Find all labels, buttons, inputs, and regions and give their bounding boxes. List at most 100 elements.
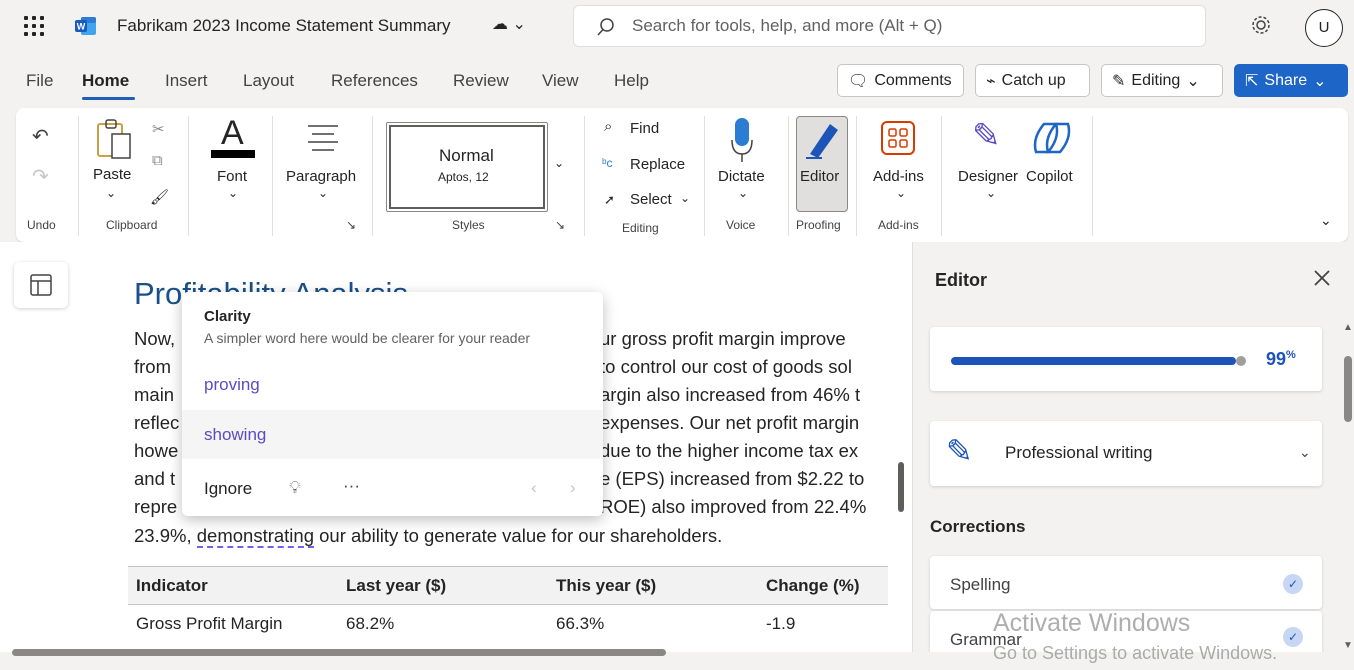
divider (941, 116, 942, 236)
chevron-down-icon[interactable]: ⌄ (986, 186, 996, 200)
sidebar-icon (30, 274, 52, 296)
paragraph-line[interactable]: and t e (EPS) increased from $2.22 to (134, 468, 864, 490)
line-end: expenses. Our net profit margin (600, 412, 860, 433)
replace-icon[interactable]: ᵇc (602, 156, 613, 170)
chevron-down-icon[interactable]: ⌄ (680, 191, 690, 205)
designer-label[interactable]: Designer (958, 168, 1018, 185)
select-label[interactable]: Select (630, 191, 672, 208)
find-label[interactable]: Find (630, 120, 659, 137)
dialog-launcher-icon[interactable]: ↘ (346, 218, 356, 232)
indicator-table[interactable]: Indicator Last year ($) This year ($) Ch… (128, 566, 888, 643)
paragraph-line[interactable]: Now, ur gross profit margin improve (134, 328, 846, 350)
cut-icon[interactable]: ✂ (152, 120, 165, 138)
format-painter-icon[interactable]: 🖌︎ (150, 188, 169, 206)
user-avatar[interactable]: U (1305, 9, 1343, 47)
table-header-cell[interactable]: This year ($) (548, 566, 758, 605)
app-launcher-icon[interactable] (22, 14, 46, 38)
previous-icon[interactable]: ‹ (531, 478, 537, 498)
chevron-down-icon[interactable]: ⌄ (896, 186, 906, 200)
cloud-sync-icon[interactable]: ☁︎ ⌄ (492, 14, 526, 34)
paste-icon[interactable] (94, 118, 134, 162)
font-icon[interactable]: A (221, 114, 244, 153)
line-start: reflec (134, 412, 180, 433)
dictate-label[interactable]: Dictate (718, 168, 765, 185)
paragraph-line[interactable]: main argin also increased from 46% t (134, 384, 860, 406)
catch-up-button[interactable]: ⌁ Catch up (975, 64, 1090, 97)
table-cell[interactable]: 66.3% (548, 604, 758, 643)
tab-view[interactable]: View (542, 71, 579, 91)
search-icon (597, 18, 614, 36)
paragraph-line[interactable]: 23.9%, demonstrating our ability to gene… (134, 525, 723, 548)
line-end: ur gross profit margin improve (600, 328, 846, 349)
table-header-cell[interactable]: Last year ($) (338, 566, 548, 605)
find-icon[interactable]: ⌕ (604, 118, 612, 135)
font-label[interactable]: Font (217, 168, 247, 185)
microphone-icon[interactable] (730, 118, 754, 162)
scroll-down-icon[interactable]: ▼ (1343, 640, 1353, 651)
copilot-icon[interactable] (1030, 118, 1074, 158)
table-cell[interactable]: -1.9 (758, 604, 888, 643)
chevron-down-icon[interactable]: ⌄ (738, 186, 748, 200)
paragraph-line[interactable]: repre ROE) also improved from 22.4% (134, 496, 866, 518)
horizontal-scrollbar[interactable] (12, 649, 666, 656)
svg-text:W: W (77, 22, 86, 32)
pane-scrollbar[interactable] (1344, 356, 1352, 422)
popup-title: Clarity (204, 308, 251, 325)
tab-home[interactable]: Home (82, 71, 129, 91)
search-placeholder[interactable]: Search for tools, help, and more (Alt + … (632, 16, 942, 36)
undo-icon[interactable]: ↶ (32, 124, 49, 149)
tab-review[interactable]: Review (453, 71, 509, 91)
divider (584, 116, 585, 236)
more-options-icon[interactable]: ··· (343, 476, 360, 496)
paragraph-line[interactable]: howe due to the higher income tax ex (134, 440, 858, 462)
designer-icon[interactable]: ✎ (972, 116, 1001, 156)
table-header-cell[interactable]: Change (%) (758, 566, 888, 605)
chevron-down-icon[interactable]: ⌄ (318, 186, 328, 200)
suggestion-item[interactable]: proving (204, 375, 260, 395)
paragraph-label[interactable]: Paragraph (286, 168, 356, 185)
pen-icon: ✎ (946, 433, 973, 469)
table-cell[interactable]: Gross Profit Margin (128, 604, 338, 643)
next-icon[interactable]: › (570, 478, 576, 498)
replace-label[interactable]: Replace (630, 156, 685, 173)
scroll-up-icon[interactable]: ▲ (1343, 322, 1353, 333)
paste-label[interactable]: Paste (93, 166, 131, 183)
paragraph-icon[interactable] (306, 122, 340, 154)
add-ins-icon[interactable] (880, 120, 916, 156)
table-cell[interactable]: 68.2% (338, 604, 548, 643)
add-ins-label[interactable]: Add-ins (873, 168, 924, 185)
line-end: our ability to generate value for our sh… (313, 525, 723, 546)
tab-help[interactable]: Help (614, 71, 649, 91)
tab-layout[interactable]: Layout (243, 71, 294, 91)
chevron-down-icon[interactable]: ⌄ (554, 156, 564, 170)
flagged-word[interactable]: demonstrating (196, 525, 314, 548)
ribbon-expand-chevron-icon[interactable]: ⌄ (1320, 212, 1332, 229)
redo-icon[interactable]: ↷ (32, 164, 49, 189)
document-scrollbar[interactable] (898, 462, 904, 512)
line-end: ROE) also improved from 22.4% (600, 496, 867, 517)
table-header-cell[interactable]: Indicator (128, 566, 338, 605)
document-title[interactable]: Fabrikam 2023 Income Statement Summary (117, 16, 451, 36)
style-name: Normal (439, 146, 494, 165)
comments-button[interactable]: 🗨︎ Comments (837, 64, 964, 97)
chevron-down-icon[interactable]: ⌄ (228, 186, 238, 200)
tab-file[interactable]: File (26, 71, 53, 91)
copy-icon[interactable]: ⧉ (152, 152, 163, 169)
close-icon[interactable] (1312, 268, 1332, 288)
tab-references[interactable]: References (331, 71, 418, 91)
select-cursor-icon[interactable]: ➚ (604, 192, 615, 208)
copilot-label[interactable]: Copilot (1026, 168, 1073, 185)
navigation-pane-button[interactable] (14, 262, 68, 308)
tab-insert[interactable]: Insert (165, 71, 208, 91)
ignore-button[interactable]: Ignore (204, 479, 252, 499)
style-normal[interactable] (389, 125, 545, 209)
suggestion-item[interactable]: showing (204, 425, 266, 445)
dialog-launcher-icon[interactable]: ↘ (555, 218, 565, 232)
paragraph-line[interactable]: reflec expenses. Our net profit margin (134, 412, 859, 434)
settings-gear-icon[interactable] (1250, 14, 1272, 36)
chevron-down-icon[interactable]: ⌄ (106, 186, 116, 200)
editing-mode-button[interactable]: ✎ Editing ⌄ (1101, 64, 1223, 97)
lightbulb-icon[interactable]: 💡︎ (289, 478, 301, 498)
share-button[interactable]: ⇱ Share ⌄ (1234, 64, 1348, 97)
paragraph-line[interactable]: from to control our cost of goods sol (134, 356, 852, 378)
